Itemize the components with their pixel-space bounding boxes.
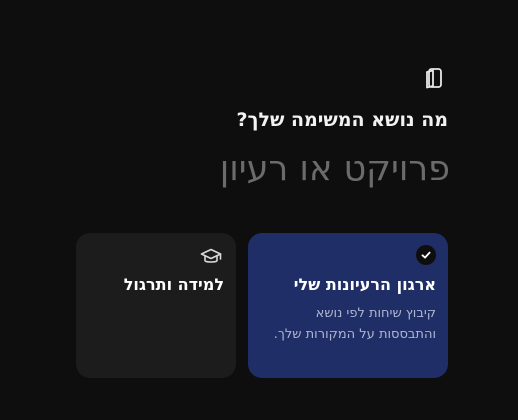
graduation-cap-icon	[200, 247, 222, 267]
project-name-input[interactable]	[130, 144, 450, 194]
option-title: למידה ותרגול	[123, 275, 224, 294]
option-description: קיבוץ שיחות לפי נושא והתבססות על המקורות…	[273, 306, 436, 342]
option-title: ארגון הרעיונות שלי	[293, 275, 436, 294]
option-card-organize-ideas[interactable]: ארגון הרעיונות שלי קיבוץ שיחות לפי נושא …	[248, 233, 448, 378]
notebook-icon	[420, 64, 448, 92]
option-card-learning-practice[interactable]: למידה ותרגול	[76, 233, 236, 378]
project-setup-screen: מה נושא המשימה שלך? ארגון הרעיונות שלי ק…	[0, 0, 518, 420]
check-circle-icon	[416, 245, 436, 265]
project-topic-question: מה נושא המשימה שלך?	[236, 109, 448, 131]
